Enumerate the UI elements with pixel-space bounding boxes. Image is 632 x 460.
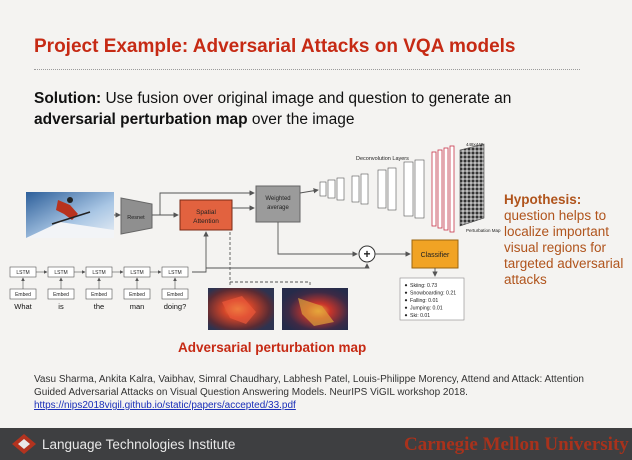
hypothesis-heading: Hypothesis: (504, 192, 582, 207)
embed-label: Embed (167, 292, 183, 298)
embed-label: Embed (53, 292, 69, 298)
lstm-label: LSTM (130, 270, 143, 276)
question-word: What (14, 302, 32, 311)
embed-label: Embed (129, 292, 145, 298)
question-word: the (94, 302, 104, 311)
hypothesis-body: question helps to localize important vis… (504, 208, 624, 287)
question-word: is (58, 302, 64, 311)
classifier-label: Classifier (421, 252, 450, 259)
lstm-unit-4: LSTM Embed doing? (161, 266, 189, 311)
lstm-label: LSTM (54, 270, 67, 276)
input-image (26, 192, 114, 238)
question-word: man (130, 302, 145, 311)
lti-logo-icon (12, 434, 36, 454)
prediction-bullet (404, 314, 408, 317)
resnet-block: Resnet (120, 197, 153, 235)
citation: Vasu Sharma, Ankita Kalra, Vaibhav, Simr… (34, 373, 594, 412)
citation-text: Vasu Sharma, Ankita Kalra, Vaibhav, Simr… (34, 374, 584, 398)
citation-link[interactable]: https://nips2018vigil.github.io/static/p… (34, 399, 594, 412)
prediction-item: Snowboarding: 0.21 (410, 291, 456, 297)
lstm-label: LSTM (168, 270, 181, 276)
lstm-unit-1: LSTM Embed is (47, 266, 86, 311)
lstm-unit-3: LSTM Embed man (123, 266, 162, 311)
question-word: doing? (164, 302, 187, 311)
plus-symbol: + (363, 247, 370, 261)
spatial-attention-label-2: Attention (193, 218, 219, 225)
prediction-bullet (404, 299, 408, 302)
fusion-plus: + (358, 245, 376, 263)
embed-label: Embed (15, 292, 31, 298)
perturbation-caption: Adversarial perturbation map (178, 340, 367, 355)
weighted-average-block: Weighted average (255, 185, 301, 223)
resnet-label: Resnet (127, 215, 145, 221)
lstm-label: LSTM (16, 270, 29, 276)
deconvolution-layers: Deconvolution Layers 448x448 Perturbatio… (319, 142, 501, 233)
weighted-average-label-2: average (267, 205, 289, 211)
lstm-unit-0: LSTM Embed What (9, 266, 48, 311)
prediction-bullet (404, 291, 408, 294)
hypothesis: Hypothesis: question helps to localize i… (504, 192, 628, 288)
predictions-box: Skiing: 0.73 Snowboarding: 0.21Falling: 0… (399, 277, 465, 321)
spatial-attention-label-1: Spatial (196, 209, 216, 216)
lstm-unit-2: LSTM Embed the (85, 266, 124, 311)
perturbation-map-label: Perturbation Map (466, 228, 501, 233)
classifier-block: Classifier (411, 239, 459, 269)
prediction-bullet (404, 284, 408, 287)
deconv-label: Deconvolution Layers (356, 156, 409, 162)
prediction-bullet (404, 306, 408, 309)
prediction-item: Falling: 0.01 (410, 298, 438, 304)
weighted-average-label-1: Weighted (265, 196, 290, 202)
prediction-item: Jumping: 0.01 (410, 306, 443, 312)
lstm-chain: LSTMEmbedWhatLSTMEmbedisLSTMEmbedtheLSTM… (9, 266, 189, 311)
spatial-attention-block: Spatial Attention (179, 199, 233, 231)
embed-label: Embed (91, 292, 107, 298)
attention-heatmaps (208, 288, 348, 330)
prediction-item: Skiing: 0.73 (410, 283, 437, 289)
university-name: Carnegie Mellon University (404, 434, 629, 455)
perturbation-map-image (459, 143, 485, 227)
prediction-item: Ski: 0.01 (410, 313, 430, 319)
institute-name: Language Technologies Institute (42, 437, 236, 452)
lstm-label: LSTM (92, 270, 105, 276)
